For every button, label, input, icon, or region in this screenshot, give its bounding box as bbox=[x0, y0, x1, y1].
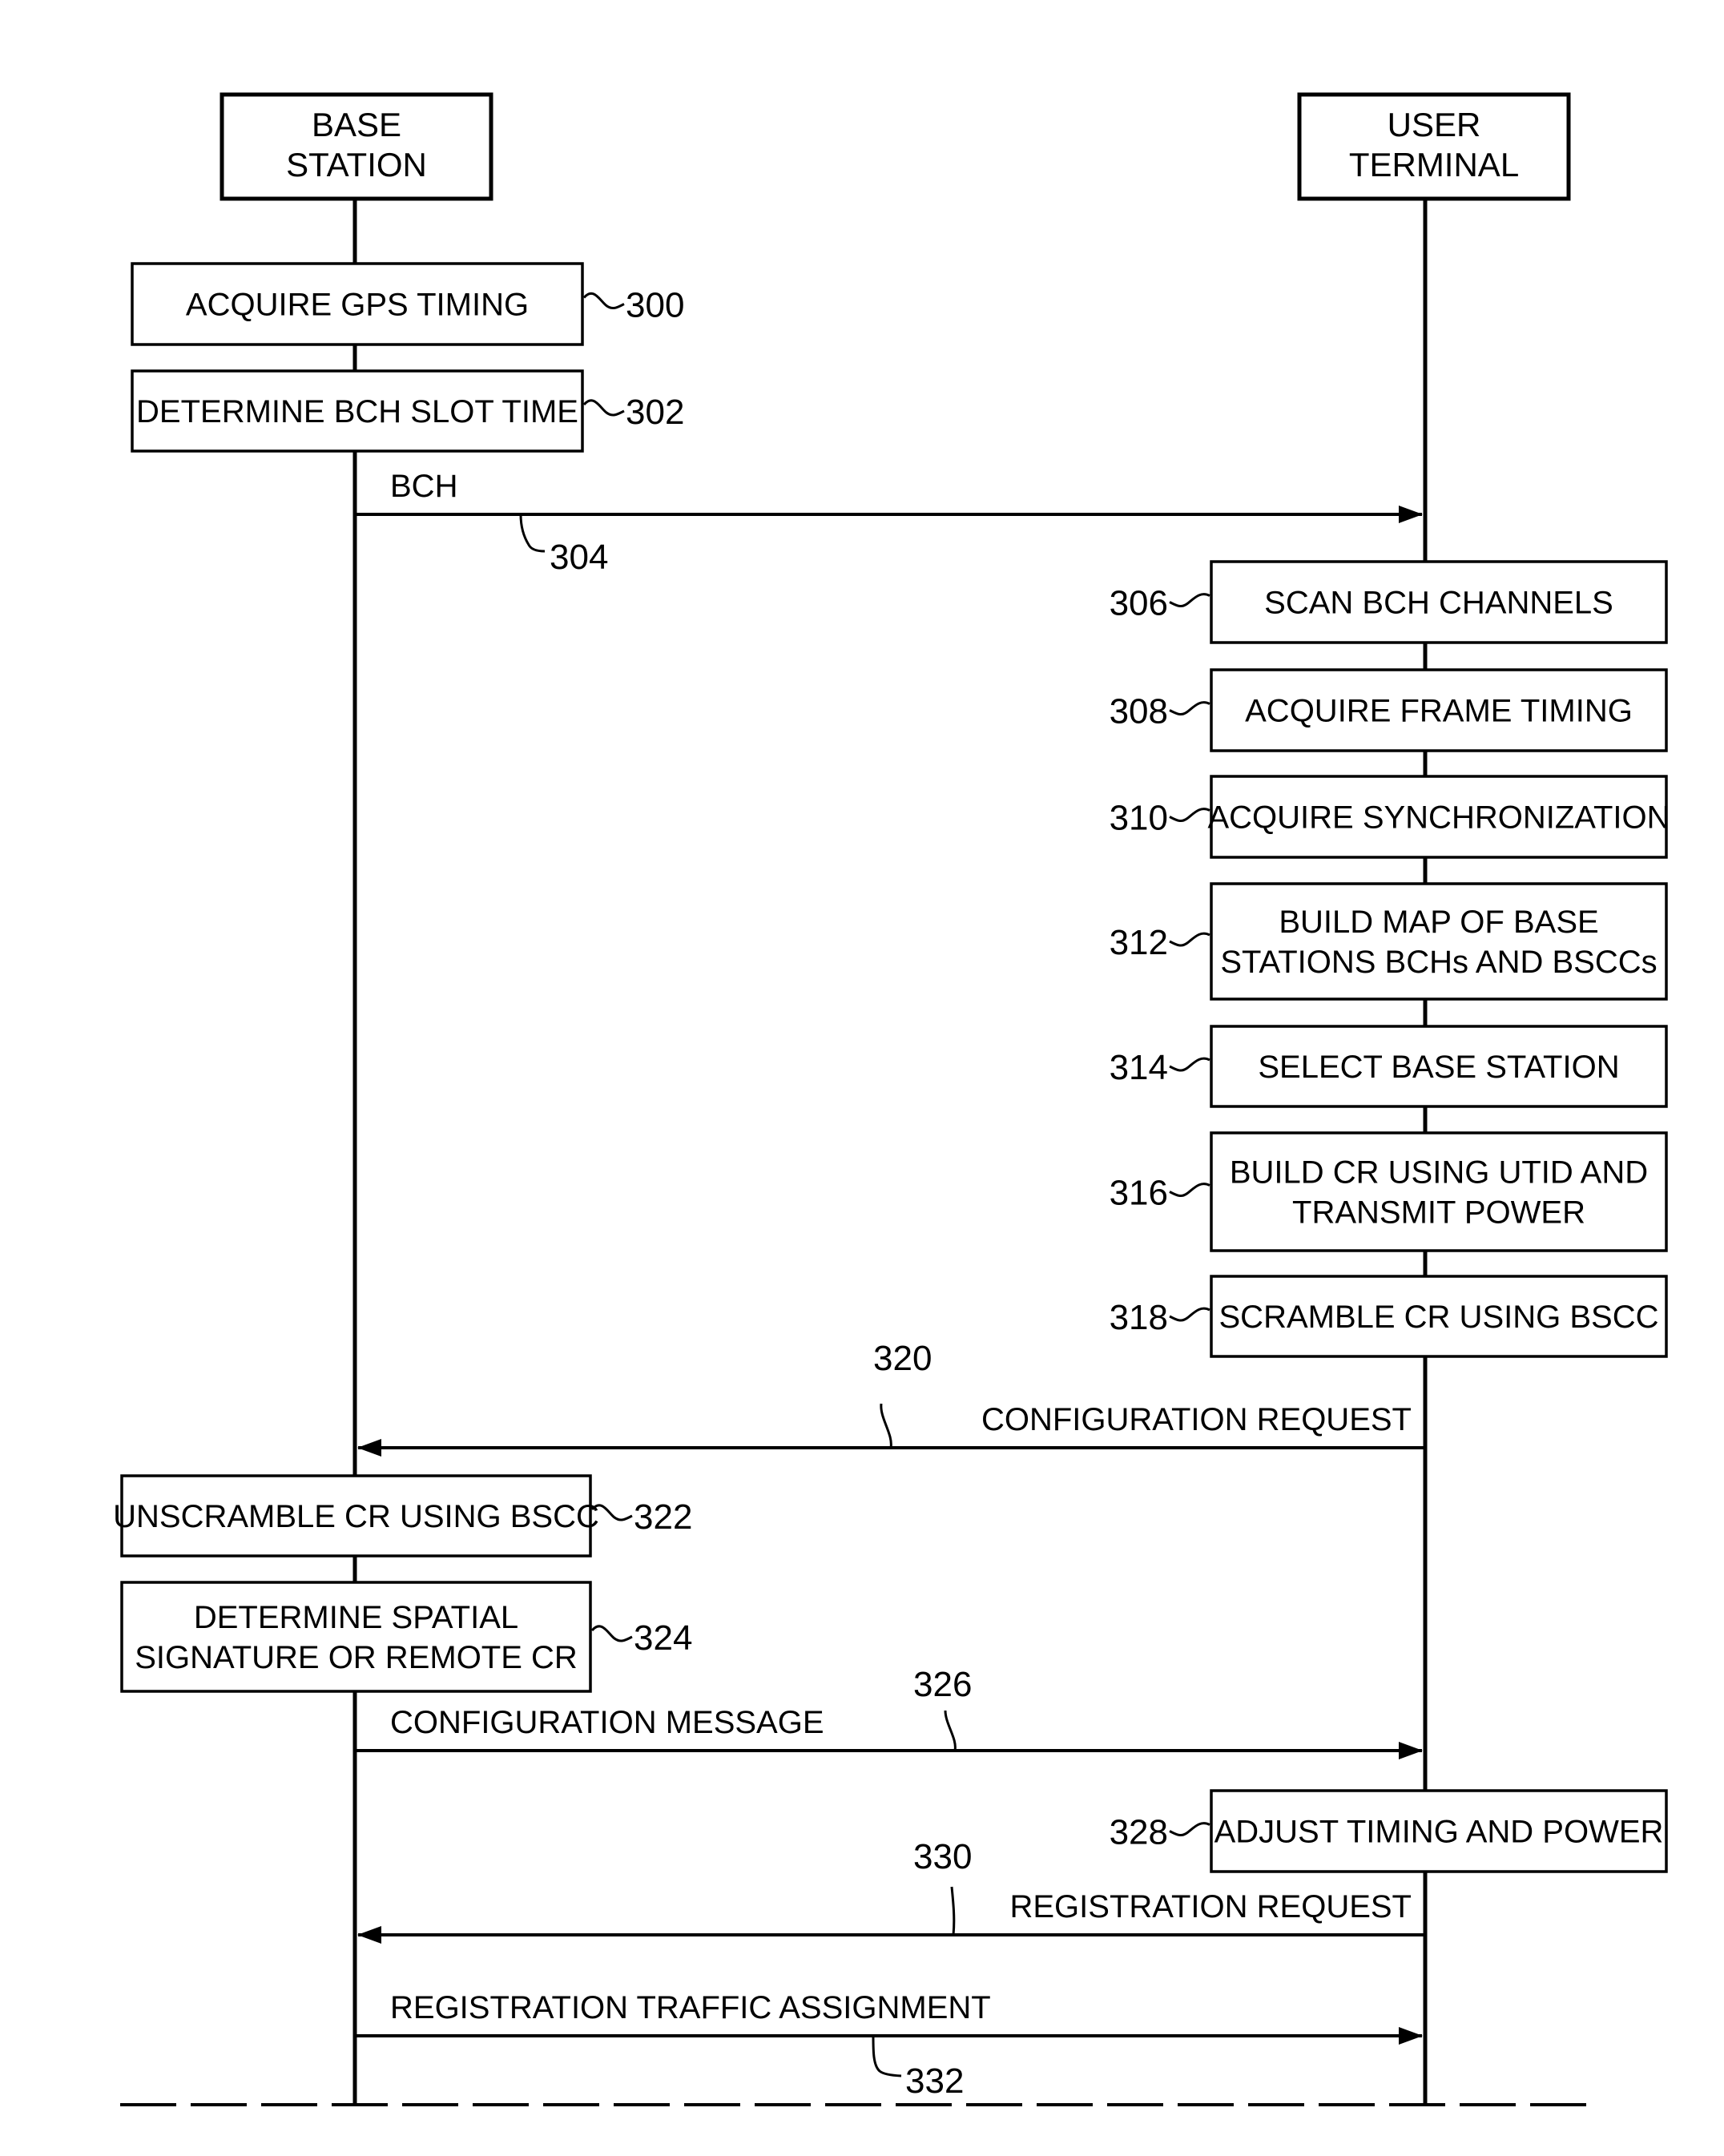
step-label: ADJUST TIMING AND POWER bbox=[1214, 1815, 1664, 1850]
step-label: DETERMINE BCH SLOT TIME bbox=[136, 394, 578, 429]
step-label: SCRAMBLE CR USING BSCC bbox=[1219, 1300, 1659, 1335]
leader-line bbox=[1169, 808, 1210, 823]
leader-line bbox=[590, 1625, 633, 1642]
ref-numeral: 312 bbox=[1110, 923, 1168, 962]
actor-label: BASE bbox=[312, 106, 401, 143]
ref-numeral: 306 bbox=[1110, 584, 1168, 623]
ref-numeral: 318 bbox=[1110, 1298, 1168, 1337]
step-label: SELECT BASE STATION bbox=[1258, 1050, 1619, 1085]
step-308: ACQUIRE FRAME TIMING 308 bbox=[1110, 668, 1668, 752]
step-318: SCRAMBLE CR USING BSCC 318 bbox=[1110, 1275, 1668, 1358]
leader-line bbox=[1169, 1057, 1210, 1072]
leader-line bbox=[950, 1886, 956, 1936]
step-label: ACQUIRE FRAME TIMING bbox=[1245, 694, 1633, 729]
ref-numeral: 322 bbox=[634, 1497, 692, 1537]
leader-line bbox=[1169, 593, 1210, 608]
actor-label: STATION bbox=[286, 146, 427, 183]
ref-numeral: 300 bbox=[626, 286, 684, 325]
step-label: ACQUIRE GPS TIMING bbox=[186, 288, 529, 323]
ref-numeral: 320 bbox=[873, 1339, 932, 1378]
step-label: SIGNATURE OR REMOTE CR bbox=[135, 1640, 578, 1675]
message-label: BCH bbox=[390, 469, 457, 504]
ref-numeral: 324 bbox=[634, 1618, 692, 1658]
leader-line bbox=[582, 292, 625, 310]
message-label: CONFIGURATION MESSAGE bbox=[390, 1705, 824, 1740]
step-label: ACQUIRE SYNCHRONIZATION bbox=[1207, 800, 1670, 836]
step-312: BUILD MAP OF BASE STATIONS BCHs AND BSCCs… bbox=[1110, 882, 1668, 1001]
message-332: REGISTRATION TRAFFIC ASSIGNMENT 332 bbox=[355, 1990, 1423, 2101]
arrowhead-icon bbox=[1399, 1742, 1423, 1759]
actor-user: USERTERMINAL bbox=[1297, 92, 1571, 201]
arrowhead-icon bbox=[357, 1439, 381, 1457]
ref-numeral: 314 bbox=[1110, 1048, 1168, 1087]
step-324: DETERMINE SPATIAL SIGNATURE OR REMOTE CR 3… bbox=[120, 1581, 692, 1693]
leader-line bbox=[1169, 1822, 1210, 1837]
ref-numeral: 304 bbox=[550, 538, 608, 577]
message-label: REGISTRATION TRAFFIC ASSIGNMENT bbox=[390, 1990, 991, 2025]
step-label: UNSCRAMBLE CR USING BSCC bbox=[113, 1499, 599, 1534]
actor-label: TERMINAL bbox=[1349, 146, 1519, 183]
step-label: DETERMINE SPATIAL bbox=[194, 1600, 518, 1635]
step-label: TRANSMIT POWER bbox=[1292, 1195, 1585, 1231]
arrowhead-icon bbox=[357, 1926, 381, 1944]
leader-line bbox=[1169, 701, 1210, 716]
step-310: ACQUIRE SYNCHRONIZATION 310 bbox=[1110, 775, 1670, 859]
leader-line bbox=[1169, 932, 1210, 947]
step-300: ACQUIRE GPS TIMING 300 bbox=[131, 262, 684, 346]
step-box bbox=[1210, 1131, 1668, 1252]
step-328: ADJUST TIMING AND POWER 328 bbox=[1110, 1789, 1668, 1873]
message-label: REGISTRATION REQUEST bbox=[1009, 1889, 1412, 1924]
step-label: BUILD CR USING UTID AND bbox=[1230, 1155, 1648, 1191]
message-label: CONFIGURATION REQUEST bbox=[981, 1402, 1412, 1437]
leader-line bbox=[944, 1710, 957, 1751]
step-306: SCAN BCH CHANNELS 306 bbox=[1110, 560, 1668, 644]
leader-line bbox=[880, 1403, 892, 1449]
actor-label: USER bbox=[1388, 106, 1481, 143]
step-302: DETERMINE BCH SLOT TIME 302 bbox=[131, 369, 684, 453]
leader-line bbox=[1169, 1307, 1210, 1322]
ref-numeral: 316 bbox=[1110, 1174, 1168, 1213]
actor-base: BASESTATION bbox=[220, 92, 493, 201]
ref-numeral: 328 bbox=[1110, 1813, 1168, 1852]
step-box bbox=[1210, 882, 1668, 1001]
sequence-diagram: BASESTATION USERTERMINAL ACQUIRE GPS TIMI… bbox=[113, 92, 1670, 2106]
ref-numeral: 332 bbox=[905, 2061, 964, 2101]
ref-numeral: 308 bbox=[1110, 692, 1168, 731]
step-314: SELECT BASE STATION 314 bbox=[1110, 1025, 1668, 1108]
ref-numeral: 302 bbox=[626, 393, 684, 432]
ref-numeral: 330 bbox=[913, 1837, 972, 1876]
arrowhead-icon bbox=[1399, 506, 1423, 523]
ref-numeral: 310 bbox=[1110, 799, 1168, 838]
ref-numeral: 326 bbox=[913, 1665, 972, 1704]
arrowhead-icon bbox=[1399, 2027, 1423, 2045]
leader-line bbox=[1169, 1183, 1210, 1198]
step-316: BUILD CR USING UTID AND TRANSMIT POWER 316 bbox=[1110, 1131, 1668, 1252]
step-322: UNSCRAMBLE CR USING BSCC 322 bbox=[113, 1474, 692, 1558]
step-label: SCAN BCH CHANNELS bbox=[1264, 586, 1613, 621]
step-label: STATIONS BCHs AND BSCCs bbox=[1220, 945, 1657, 980]
leader-line bbox=[519, 514, 546, 553]
step-label: BUILD MAP OF BASE bbox=[1279, 905, 1598, 940]
leader-line bbox=[582, 399, 625, 417]
leader-line bbox=[872, 2035, 902, 2077]
